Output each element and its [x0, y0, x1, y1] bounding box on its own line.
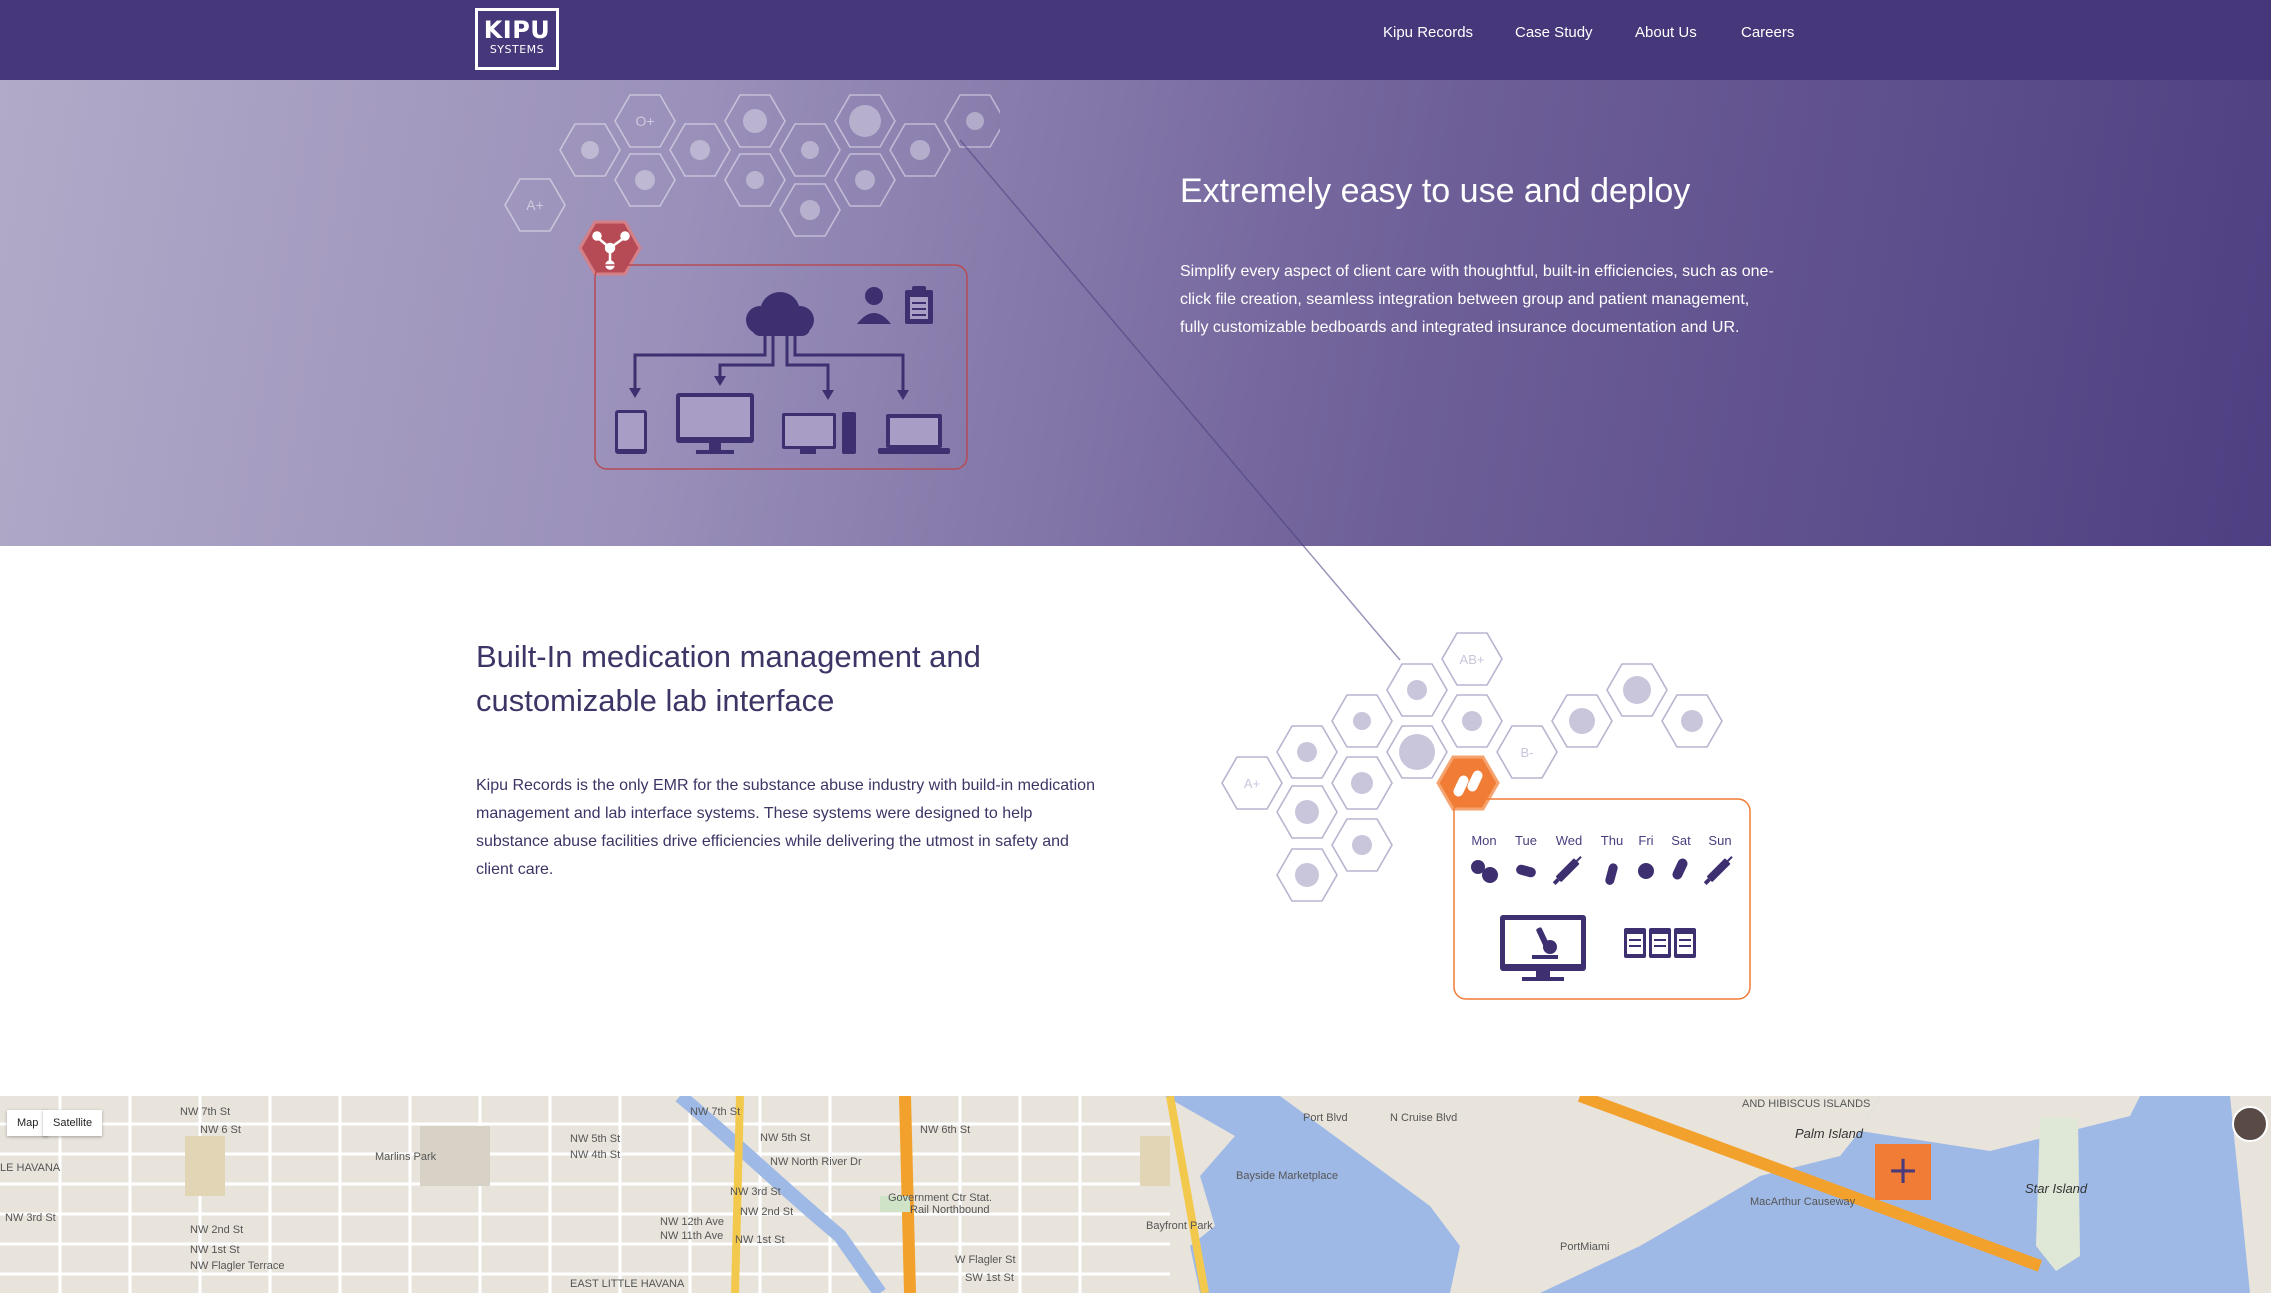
hex-label-b-minus: B- — [1521, 745, 1534, 760]
hex-label-a-plus: A+ — [526, 197, 544, 213]
avatar[interactable] — [2232, 1106, 2268, 1142]
capsule-icon — [1516, 864, 1536, 878]
location-map[interactable]: Map Satellite NW 7th St NW 6 St NW 5th S… — [0, 1096, 2271, 1293]
map-label: NW 6th St — [920, 1124, 971, 1136]
nav-careers[interactable]: Careers — [1741, 24, 1794, 41]
map-label: N Cruise Blvd — [1390, 1112, 1458, 1124]
top-navigation: KIPU SYSTEMS Kipu Records Case Study Abo… — [0, 0, 2271, 80]
day-thu: Thu — [1601, 833, 1623, 848]
hero-section: Extremely easy to use and deploy Simplif… — [0, 80, 2271, 546]
hex-label-ab-plus: AB+ — [1460, 652, 1485, 667]
satellite-view-button[interactable]: Satellite — [43, 1110, 103, 1136]
medication-section-body: Kipu Records is the only EMR for the sub… — [476, 777, 1095, 878]
hero-body: Simplify every aspect of client care wit… — [1180, 263, 1774, 336]
map-label: Government Ctr Stat. — [888, 1192, 992, 1204]
map-label: Marlins Park — [375, 1151, 437, 1163]
medication-panel — [1453, 798, 1751, 1000]
map-label: NW 4th St — [570, 1149, 621, 1161]
pills-hex-icon — [1436, 755, 1500, 811]
devices-group — [615, 393, 950, 454]
nav-kipu-records[interactable]: Kipu Records — [1383, 24, 1473, 41]
doctor-icon — [857, 287, 891, 324]
map-label: Bayside Marketplace — [1236, 1170, 1339, 1182]
map-label: NW 2nd St — [190, 1224, 244, 1236]
dose-icons — [1471, 856, 1733, 886]
nav-case-study[interactable]: Case Study — [1515, 24, 1593, 41]
medication-lab-illustration: A+ O+ AB+ B- Mon Tue Wed Thu Fri Sat Sun — [1221, 632, 1751, 1000]
map-label: Rail Northbound — [910, 1204, 990, 1216]
map-label: NW 1st St — [190, 1244, 240, 1256]
map-label: Port Blvd — [1303, 1112, 1348, 1124]
map-label: SW 1st St — [965, 1272, 1014, 1284]
cloud-icon — [746, 292, 814, 336]
expand-map-button[interactable]: + — [1875, 1144, 1931, 1200]
nav-about-us[interactable]: About Us — [1635, 24, 1697, 41]
syringe-icon — [1552, 856, 1582, 886]
map-label: PortMiami — [1560, 1241, 1610, 1253]
day-fri: Fri — [1638, 833, 1653, 848]
map-label: NW 5th St — [760, 1132, 811, 1144]
map-label: W Flagler St — [955, 1254, 1016, 1266]
tower-icon — [842, 412, 856, 454]
map-label: NW 2nd St — [740, 1206, 794, 1218]
map-label: NW 7th St — [690, 1106, 741, 1118]
map-label: Star Island — [2025, 1181, 2088, 1196]
map-label: MacArthur Causeway — [1750, 1196, 1856, 1208]
map-label: Palm Island — [1795, 1126, 1863, 1141]
map-label: AND HIBISCUS ISLANDS — [1742, 1098, 1871, 1110]
medication-section-title: Built-In medication management and custo… — [476, 639, 981, 718]
map-label: LE HAVANA — [0, 1162, 61, 1174]
cloud-deployment-illustration: A+ O+ — [504, 94, 1000, 470]
map-label: NW 12th Ave — [660, 1216, 724, 1228]
logo-line2: SYSTEMS — [489, 43, 545, 56]
weekday-labels: Mon Tue Wed Thu Fri Sat Sun — [1471, 833, 1731, 848]
syringe-icon — [1703, 856, 1733, 886]
logo-line1: KIPU — [483, 16, 551, 44]
map-label: NW 3rd St — [730, 1186, 781, 1198]
hex-label-a-plus: A+ — [1244, 776, 1260, 791]
map-label: NW Flagler Terrace — [190, 1260, 285, 1272]
pill-icon — [1638, 863, 1654, 879]
map-label: NW 7th St — [180, 1106, 231, 1118]
lab-monitor-icon — [1500, 915, 1586, 981]
map-label: NW 11th Ave — [660, 1230, 724, 1242]
hex-label-o-plus: O+ — [1353, 714, 1371, 729]
capsule-icon — [1605, 863, 1618, 885]
map-label: EAST LITTLE HAVANA — [570, 1278, 685, 1290]
capsule-icon — [1672, 858, 1688, 880]
map-label: NW 6 St — [200, 1124, 241, 1136]
day-sun: Sun — [1708, 833, 1731, 848]
day-sat: Sat — [1671, 833, 1691, 848]
connector-lines — [633, 335, 905, 392]
map-label: Bayfront Park — [1146, 1220, 1213, 1232]
map-label: NW 5th St — [570, 1133, 621, 1145]
day-wed: Wed — [1556, 833, 1583, 848]
hero-title: Extremely easy to use and deploy — [1180, 172, 1691, 210]
day-tue: Tue — [1515, 833, 1537, 848]
clipboard-icon — [905, 286, 933, 324]
kipu-systems-logo[interactable]: KIPU SYSTEMS — [475, 8, 559, 70]
map-label: NW 3rd St — [5, 1212, 56, 1224]
map-label: NW 1st St — [735, 1234, 785, 1246]
hex-label-o-plus: O+ — [635, 113, 654, 129]
map-label: NW North River Dr — [770, 1156, 862, 1168]
day-mon: Mon — [1471, 833, 1496, 848]
